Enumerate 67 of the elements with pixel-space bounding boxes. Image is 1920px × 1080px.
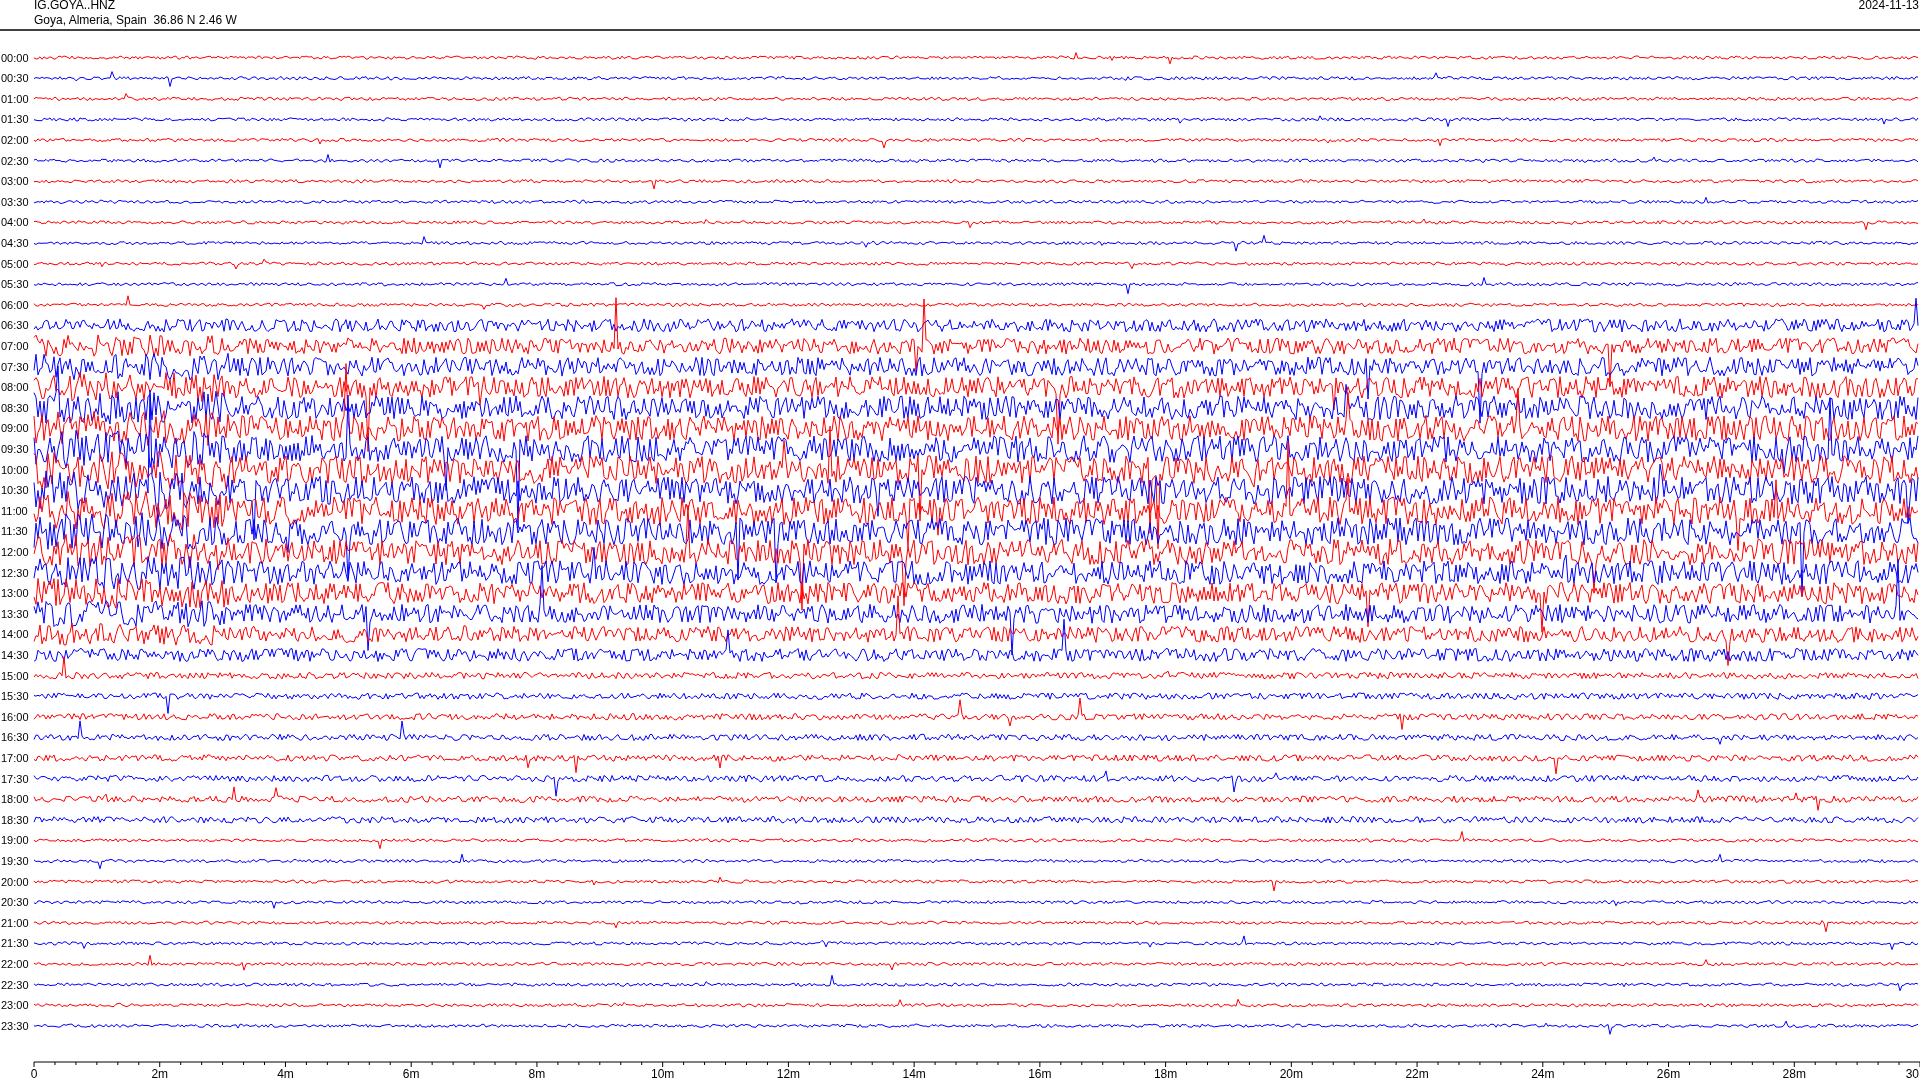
axis-tick-label: 12m: [776, 1067, 801, 1080]
plot-date: 2024-11-13: [1858, 0, 1919, 12]
time-label: 22:00: [1, 958, 29, 970]
time-label: 20:30: [1, 896, 29, 909]
time-label: 04:30: [1, 237, 29, 249]
time-label: 08:00: [1, 381, 29, 394]
time-label: 10:00: [1, 463, 29, 476]
axis-tick-label: 2m: [151, 1067, 169, 1080]
time-label: 02:30: [1, 154, 29, 167]
time-label: 14:30: [1, 649, 29, 661]
axis-tick-label: 16m: [1028, 1067, 1052, 1080]
time-label: 14:00: [1, 628, 29, 641]
time-label: 11:30: [1, 525, 28, 538]
axis-tick-label: 0: [30, 1067, 38, 1080]
time-label: 00:00: [1, 51, 29, 64]
time-label: 13:30: [1, 607, 29, 620]
station-location: Goya, Almeria, Spain 36.86 N 2.46 W: [34, 13, 237, 27]
time-label: 18:30: [1, 813, 29, 826]
time-label: 11:00: [1, 504, 28, 517]
time-label: 17:30: [1, 772, 29, 785]
time-label: 03:00: [1, 175, 29, 188]
axis-tick-label: 20m: [1279, 1067, 1303, 1080]
time-label: 20:00: [1, 875, 29, 888]
time-label: 06:30: [1, 319, 29, 332]
time-label: 03:30: [1, 195, 29, 208]
time-label: 05:30: [1, 278, 29, 291]
time-label: 09:00: [1, 422, 29, 435]
time-label: 22:30: [1, 978, 29, 991]
time-label: 04:00: [1, 216, 29, 229]
time-label: 12:00: [1, 546, 29, 558]
time-label: 16:00: [1, 710, 29, 723]
axis-tick-label: 26m: [1656, 1067, 1681, 1080]
time-label: 23:30: [1, 1019, 29, 1032]
axis-tick-label: 28m: [1782, 1067, 1806, 1080]
time-label: 15:30: [1, 690, 29, 703]
time-label: 10:30: [1, 484, 29, 497]
time-label: 13:00: [1, 587, 29, 600]
axis-tick-label: 30: [1905, 1067, 1919, 1080]
time-label: 08:30: [1, 401, 29, 414]
axis-tick-label: 22m: [1405, 1067, 1429, 1080]
time-label: 21:00: [1, 916, 29, 929]
axis-tick-label: 4m: [277, 1067, 294, 1080]
time-label: 00:30: [1, 72, 29, 85]
time-label: 06:00: [1, 298, 29, 311]
time-label: 19:00: [1, 834, 29, 847]
time-label: 21:30: [1, 937, 29, 950]
time-label: 18:00: [1, 793, 29, 806]
time-label: 16:30: [1, 731, 29, 744]
axis-tick-label: 10m: [651, 1067, 675, 1080]
station-code: IG.GOYA..HNZ: [34, 0, 116, 12]
axis-tick-label: 18m: [1153, 1067, 1178, 1080]
time-label: 09:30: [1, 443, 29, 455]
time-label: 12:30: [1, 566, 29, 579]
axis-tick-label: 14m: [902, 1067, 926, 1080]
time-label: 07:30: [1, 360, 29, 373]
time-label: 19:30: [1, 855, 29, 867]
axis-tick-label: 8m: [528, 1067, 546, 1080]
time-label: 17:00: [1, 752, 29, 764]
time-label: 07:00: [1, 340, 29, 352]
time-label: 01:30: [1, 113, 29, 126]
axis-tick-label: 24m: [1531, 1067, 1555, 1080]
axis-tick-label: 6m: [402, 1067, 420, 1080]
time-label: 05:00: [1, 257, 29, 270]
time-label: 02:00: [1, 134, 29, 146]
time-label: 15:00: [1, 669, 29, 682]
time-label: 01:00: [1, 92, 29, 105]
time-label: 23:00: [1, 999, 29, 1012]
